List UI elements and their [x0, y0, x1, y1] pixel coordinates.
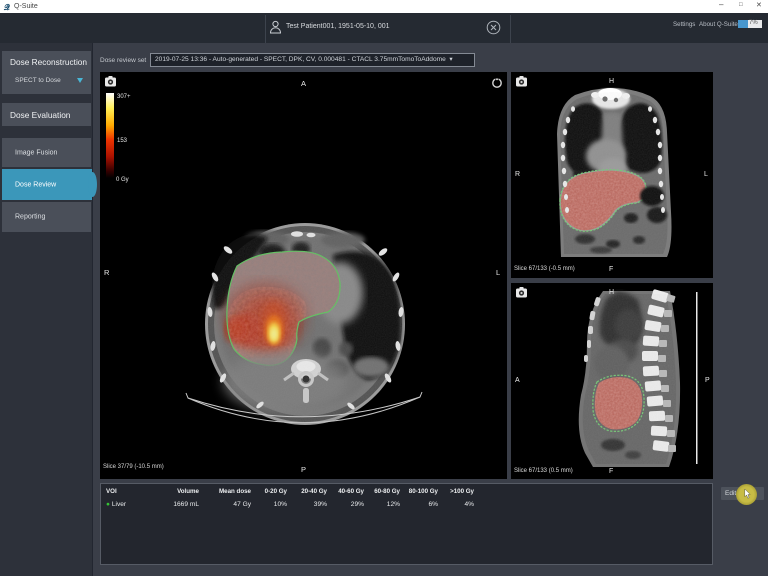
svg-text:F: F: [609, 468, 613, 475]
svg-text:0 Gy: 0 Gy: [116, 177, 129, 183]
svg-text:R: R: [515, 171, 520, 178]
svg-text:F: F: [609, 266, 613, 273]
svg-text:H: H: [609, 289, 614, 296]
svg-text:A: A: [301, 79, 306, 88]
svg-text:Slice 67/133 (0.5 mm): Slice 67/133 (0.5 mm): [514, 468, 573, 474]
svg-text:Slice 67/133 (-0.5 mm): Slice 67/133 (-0.5 mm): [514, 266, 575, 272]
svg-text:R: R: [104, 268, 110, 277]
svg-text:L: L: [496, 268, 500, 277]
svg-text:L: L: [704, 171, 708, 178]
svg-text:307+: 307+: [117, 94, 131, 100]
svg-text:Slice 37/79 (-10.5 mm): Slice 37/79 (-10.5 mm): [103, 464, 164, 470]
svg-text:A: A: [515, 377, 520, 384]
svg-text:P: P: [301, 465, 306, 474]
svg-text:153: 153: [117, 138, 128, 144]
svg-text:H: H: [609, 78, 614, 85]
svg-text:P: P: [705, 377, 710, 384]
